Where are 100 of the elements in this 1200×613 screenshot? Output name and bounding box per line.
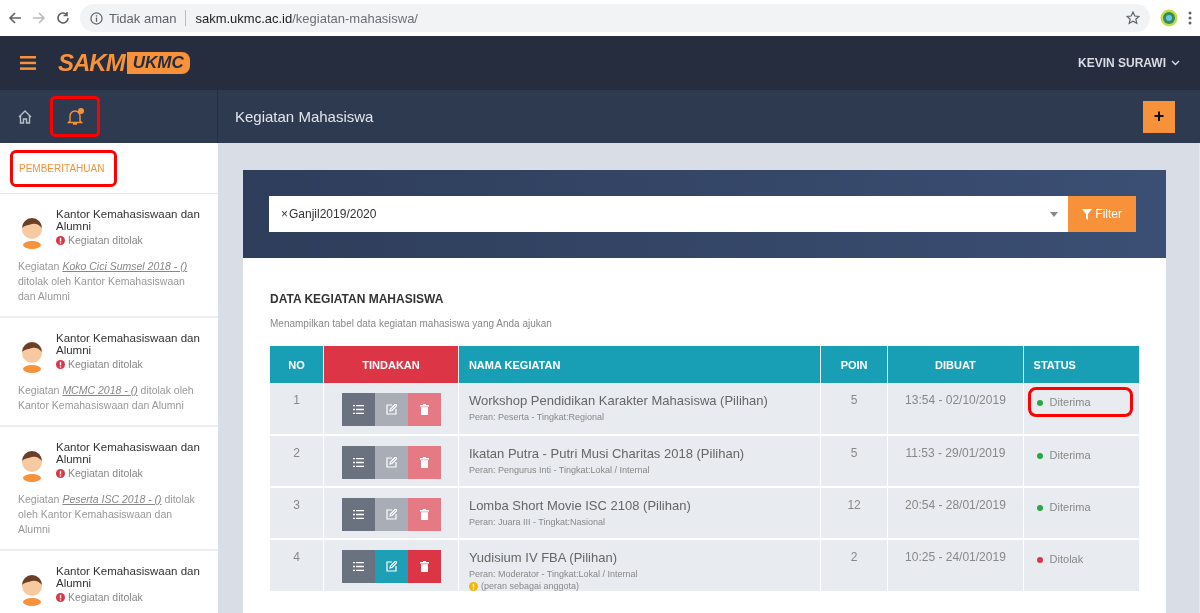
column-header: NAMA KEGIATAN bbox=[458, 346, 821, 383]
address-bar[interactable]: Tidak aman sakm.ukmc.ac.id/kegiatan-mahasiswa/ bbox=[80, 4, 1150, 32]
table-cell: 3 bbox=[270, 487, 324, 539]
notification-message: Kegiatan Koko Cici Sumsel 2018 - () ditolak oleh Kantor Kemahasiswaan dan Alumni bbox=[18, 259, 189, 304]
list-icon bbox=[352, 510, 364, 519]
table-cell: 13:54 - 02/10/2019 bbox=[887, 383, 1024, 435]
notification-status: Kegiatan ditolak bbox=[68, 234, 143, 246]
table-cell: 2 bbox=[820, 539, 888, 592]
home-icon bbox=[17, 108, 33, 125]
notification-item[interactable]: Kantor Kemahasiswaan dan Alumni Kegiatan ditolak Kegiatan Peserta ISC 2018 - () ditolak oleh Kantor Kemahasiswaan dan Alumni bbox=[0, 427, 218, 551]
notifications-heading: PEMBERITAHUAN bbox=[10, 149, 118, 187]
notification-item[interactable]: Kantor Kemahasiswaan dan Alumni Kegiatan ditolak Kegiatan Koko Cici Sumsel 2018 - () ditolak oleh Kantor Kemahasiswaan dan Alumni bbox=[0, 194, 218, 318]
column-header: STATUS bbox=[1023, 346, 1140, 383]
trash-icon bbox=[419, 457, 429, 468]
column-header: POIN bbox=[820, 346, 888, 383]
notification-status: Kegiatan ditolak bbox=[68, 358, 143, 370]
activity-link[interactable]: Koko Cici Sumsel 2018 - () bbox=[62, 260, 188, 272]
activity-link[interactable]: Peserta ISC 2018 - () bbox=[62, 493, 162, 505]
funnel-icon bbox=[1082, 208, 1093, 220]
notification-message: Kegiatan Peserta ISC 2018 - () ditolak oleh Kantor Kemahasiswaan dan Alumni bbox=[18, 492, 196, 537]
edit-button[interactable] bbox=[374, 393, 408, 426]
detail-button[interactable] bbox=[341, 393, 375, 426]
list-icon bbox=[352, 458, 364, 467]
logo-text: SAKM bbox=[58, 49, 125, 77]
column-header: TINDAKAN bbox=[323, 346, 459, 383]
edit-button[interactable] bbox=[374, 550, 408, 583]
notification-button[interactable] bbox=[50, 96, 100, 137]
delete-button[interactable] bbox=[407, 550, 441, 583]
trash-icon bbox=[419, 561, 429, 572]
table-cell: 1 bbox=[270, 383, 324, 435]
bell-icon bbox=[65, 106, 85, 127]
detail-button[interactable] bbox=[341, 498, 375, 531]
status-text: Ditolak bbox=[1049, 553, 1084, 565]
notification-sender: Kantor Kemahasiswaan dan Alumni bbox=[56, 208, 201, 232]
edit-icon bbox=[385, 509, 397, 520]
activity-note: (peran sebagai anggota) bbox=[480, 581, 579, 591]
trash-icon bbox=[419, 509, 429, 520]
table-cell: 4 bbox=[270, 539, 324, 592]
alert-icon bbox=[56, 359, 65, 369]
alert-icon bbox=[56, 468, 65, 478]
edit-button[interactable] bbox=[374, 446, 408, 479]
activity-name: Workshop Pendidikan Karakter Mahasiswa (Pilihan) bbox=[468, 393, 769, 408]
status-text: Diterima bbox=[1049, 501, 1091, 513]
activity-detail: Peran: Juara III - Tingkat:Nasional bbox=[468, 517, 606, 527]
status-text: Diterima bbox=[1049, 449, 1091, 461]
table-cell: 5 bbox=[820, 435, 888, 487]
alert-icon bbox=[56, 592, 65, 602]
add-button[interactable]: + bbox=[1143, 100, 1175, 133]
edit-icon bbox=[385, 561, 397, 572]
edit-button[interactable] bbox=[374, 498, 408, 531]
section-title: DATA KEGIATAN MAHASISWA bbox=[270, 292, 445, 306]
activity-detail: Peran: Pengurus Inti - Tingkat:Lokal / Internal bbox=[468, 465, 651, 475]
alert-icon bbox=[56, 235, 65, 245]
user-menu[interactable]: KEVIN SURAWI bbox=[1078, 56, 1180, 70]
url-path: /kegiatan-mahasiswa/ bbox=[292, 10, 418, 26]
chevron-down-icon bbox=[1171, 60, 1180, 66]
page-title: Kegiatan Mahasiswa bbox=[235, 108, 374, 125]
trash-icon bbox=[419, 404, 429, 415]
notification-item[interactable]: Kantor Kemahasiswaan dan Alumni Kegiatan ditolak Kegiatan MCMC 2018 - () ditolak oleh Kantor Kemahasiswaan dan Alumni bbox=[0, 318, 218, 427]
menu-icon[interactable] bbox=[20, 56, 36, 70]
extension-icon[interactable] bbox=[1160, 9, 1178, 27]
column-header: NO bbox=[270, 346, 324, 383]
table-cell: 5 bbox=[820, 383, 888, 435]
notification-sender: Kantor Kemahasiswaan dan Alumni bbox=[56, 332, 201, 356]
detail-button[interactable] bbox=[341, 446, 375, 479]
table-cell: 11:53 - 29/01/2019 bbox=[887, 435, 1024, 487]
activity-name: Lomba Short Movie ISC 2108 (Pilihan) bbox=[468, 498, 692, 513]
list-icon bbox=[352, 405, 364, 414]
back-icon[interactable] bbox=[8, 11, 22, 25]
table-cell: 12 bbox=[820, 487, 888, 539]
delete-button[interactable] bbox=[407, 393, 441, 426]
activity-detail: Peran: Peserta - Tingkat:Regional bbox=[468, 412, 605, 422]
table-cell: 20:54 - 28/01/2019 bbox=[887, 487, 1024, 539]
menu-icon[interactable] bbox=[1188, 11, 1192, 25]
edit-icon bbox=[385, 404, 397, 415]
notification-sender: Kantor Kemahasiswaan dan Alumni bbox=[56, 565, 201, 589]
status-text: Diterima bbox=[1049, 396, 1091, 408]
url-text: sakm.ukmc.ac.id bbox=[195, 10, 293, 26]
delete-button[interactable] bbox=[407, 446, 441, 479]
notification-item[interactable]: Kantor Kemahasiswaan dan Alumni Kegiatan ditolak bbox=[0, 551, 218, 613]
list-icon bbox=[352, 562, 364, 571]
edit-icon bbox=[385, 457, 397, 468]
column-header: DIBUAT bbox=[887, 346, 1024, 383]
notification-message: Kegiatan MCMC 2018 - () ditolak oleh Kantor Kemahasiswaan dan Alumni bbox=[18, 383, 195, 413]
star-icon[interactable] bbox=[1126, 11, 1140, 25]
notification-sender: Kantor Kemahasiswaan dan Alumni bbox=[56, 441, 201, 465]
activity-name: Ikatan Putra - Putri Musi Charitas 2018 (Pilihan) bbox=[468, 446, 746, 461]
delete-button[interactable] bbox=[407, 498, 441, 531]
reload-icon[interactable] bbox=[56, 11, 70, 25]
activity-name: Yudisium IV FBA (Pilihan) bbox=[468, 550, 619, 565]
activity-link[interactable]: MCMC 2018 - () bbox=[62, 384, 138, 396]
semester-select[interactable]: ×Ganjil2019/2020 bbox=[269, 196, 1069, 232]
section-subtitle: Menampilkan tabel data kegiatan mahasiswa yang Anda ajukan bbox=[270, 318, 553, 329]
notification-status: Kegiatan ditolak bbox=[68, 591, 143, 603]
table-cell: 2 bbox=[270, 435, 324, 487]
detail-button[interactable] bbox=[341, 550, 375, 583]
notification-status: Kegiatan ditolak bbox=[68, 467, 143, 479]
activity-detail: Peran: Moderator - Tingkat:Lokal / Internal bbox=[468, 569, 639, 579]
logo-tag: UKMC bbox=[126, 52, 190, 74]
security-label: Tidak aman bbox=[109, 10, 177, 26]
